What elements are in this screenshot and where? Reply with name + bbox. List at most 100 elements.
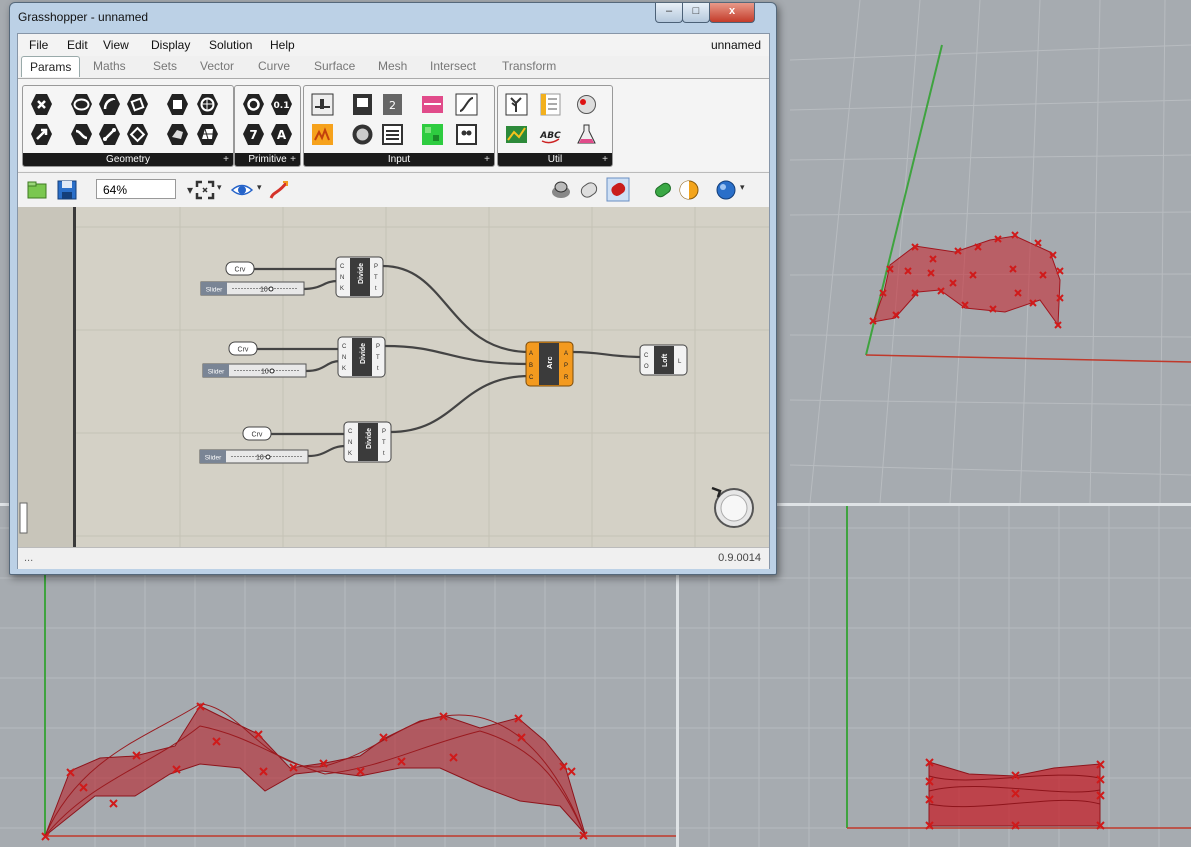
tab-mesh[interactable]: Mesh (378, 59, 407, 73)
value-list-icon[interactable] (380, 122, 405, 147)
zoom-menu-chevron-icon[interactable]: ▾ (217, 182, 222, 193)
svg-text:P: P (376, 344, 380, 350)
document-preview-icon[interactable] (652, 179, 674, 201)
point-param-icon[interactable] (29, 92, 54, 117)
tab-curve[interactable]: Curve (258, 59, 290, 73)
line-param-icon[interactable] (97, 122, 122, 147)
svg-text:Slider: Slider (206, 287, 223, 294)
boolean-param-icon[interactable] (241, 92, 266, 117)
surface-param-icon[interactable] (165, 122, 190, 147)
preview-selected-icon[interactable] (606, 177, 630, 202)
tab-intersect[interactable]: Intersect (430, 59, 476, 73)
menu-help[interactable]: Help (270, 38, 295, 52)
loft-component: Loft C O L (639, 344, 688, 376)
menu-file[interactable]: File (29, 38, 48, 52)
menu-display[interactable]: Display (151, 38, 190, 52)
text-param-icon[interactable]: A (269, 122, 294, 147)
panel-util: ABC Util + (497, 85, 613, 167)
preview-eye-icon[interactable] (230, 179, 254, 201)
display-mode-icon[interactable] (715, 179, 737, 201)
svg-text:A: A (277, 128, 287, 142)
svg-text:R: R (564, 375, 569, 381)
preview-shaded-icon[interactable] (578, 179, 600, 201)
text-tag-icon[interactable]: ABC (538, 122, 563, 147)
image-sampler-icon[interactable] (310, 122, 335, 147)
menu-edit[interactable]: Edit (67, 38, 88, 52)
version-label: 0.9.0014 (718, 552, 761, 564)
number-slider-icon[interactable] (310, 92, 335, 117)
svg-text:A: A (564, 351, 568, 357)
zoom-extents-icon[interactable] (194, 179, 216, 201)
galapagos-icon[interactable] (504, 122, 529, 147)
plane-param-icon[interactable] (125, 122, 150, 147)
tab-sets[interactable]: Sets (153, 59, 177, 73)
curve-param-icon[interactable] (69, 122, 94, 147)
menu-solution[interactable]: Solution (209, 38, 252, 52)
tab-vector[interactable]: Vector (200, 59, 234, 73)
panel-label-geometry[interactable]: Geometry + (23, 153, 233, 166)
maximize-button[interactable]: □ (682, 3, 710, 23)
svg-text:Slider: Slider (208, 369, 225, 376)
material-icon[interactable] (678, 179, 700, 201)
gradient-icon[interactable] (420, 92, 445, 117)
number-param-icon[interactable]: 0.1 (269, 92, 294, 117)
arc-param-icon[interactable] (97, 92, 122, 117)
crv-param-1: Crv (225, 261, 255, 276)
component-ribbon: Geometry + 0.1 7 A Primitive + 2 Input +… (18, 78, 769, 171)
scribble-icon[interactable] (538, 92, 563, 117)
box-param-icon[interactable] (165, 92, 190, 117)
flask-icon[interactable] (574, 122, 599, 147)
sketch-icon[interactable] (268, 179, 290, 201)
toggle-icon[interactable] (350, 92, 375, 117)
zoom-dropdown[interactable]: 64% ▾ (96, 179, 193, 199)
panel-geometry: Geometry + (22, 85, 234, 167)
save-icon[interactable] (56, 179, 78, 201)
open-file-icon[interactable] (26, 179, 48, 201)
menu-view[interactable]: View (103, 38, 129, 52)
fitness-icon[interactable] (574, 92, 599, 117)
svg-text:C: C (340, 264, 345, 270)
rectangle-param-icon[interactable] (125, 92, 150, 117)
graph-mapper-icon[interactable] (454, 92, 479, 117)
number-slider-3: Slider 10 (199, 449, 309, 464)
svg-text:10: 10 (260, 287, 268, 294)
definition-canvas[interactable]: Crv Crv Crv Slider 10 Slider 10 Slider 1… (18, 207, 769, 547)
integer-param-icon[interactable]: 7 (241, 122, 266, 147)
minimize-glyph: – (665, 5, 673, 17)
cluster-icon[interactable] (504, 92, 529, 117)
canvas-scroll-edge (73, 207, 76, 547)
panel-icon[interactable] (454, 122, 479, 147)
tab-surface[interactable]: Surface (314, 59, 355, 73)
display-mode-chevron-icon[interactable]: ▾ (740, 182, 745, 193)
preview-wire-icon[interactable] (550, 179, 572, 201)
digit-scroller-icon[interactable]: 2 (380, 92, 405, 117)
minimize-button[interactable]: – (655, 3, 683, 23)
panel-label-input[interactable]: Input + (304, 153, 494, 166)
crv-param-3: Crv (242, 426, 272, 441)
mesh-param-icon[interactable] (195, 122, 220, 147)
grasshopper-client: File Edit View Display Solution Help unn… (17, 33, 770, 569)
tab-params[interactable]: Params (21, 56, 81, 77)
svg-text:K: K (340, 286, 344, 292)
svg-text:Crv: Crv (235, 267, 246, 274)
close-button[interactable]: x (709, 3, 755, 23)
panel-label-primitive[interactable]: Primitive + (235, 153, 300, 166)
status-bar: ... 0.9.0014 (18, 547, 769, 569)
svg-text:T: T (382, 440, 386, 446)
circle-param-icon[interactable] (69, 92, 94, 117)
navigator-compass-icon (711, 486, 754, 528)
status-message: ... (24, 552, 34, 564)
button-icon[interactable] (350, 122, 375, 147)
chevron-down-icon: ▾ (186, 183, 193, 197)
tab-transform[interactable]: Transform (502, 59, 556, 73)
preview-menu-chevron-icon[interactable]: ▾ (257, 182, 262, 193)
grasshopper-window[interactable]: Grasshopper - unnamed – □ x File Edit Vi… (9, 2, 777, 575)
vector-param-icon[interactable] (29, 122, 54, 147)
svg-text:A: A (529, 351, 533, 357)
colour-swatch-icon[interactable] (420, 122, 445, 147)
brep-param-icon[interactable] (195, 92, 220, 117)
panel-label-util[interactable]: Util + (498, 153, 612, 166)
svg-text:Divide: Divide (366, 428, 373, 449)
tab-maths[interactable]: Maths (93, 59, 126, 73)
svg-text:Crv: Crv (238, 347, 249, 354)
